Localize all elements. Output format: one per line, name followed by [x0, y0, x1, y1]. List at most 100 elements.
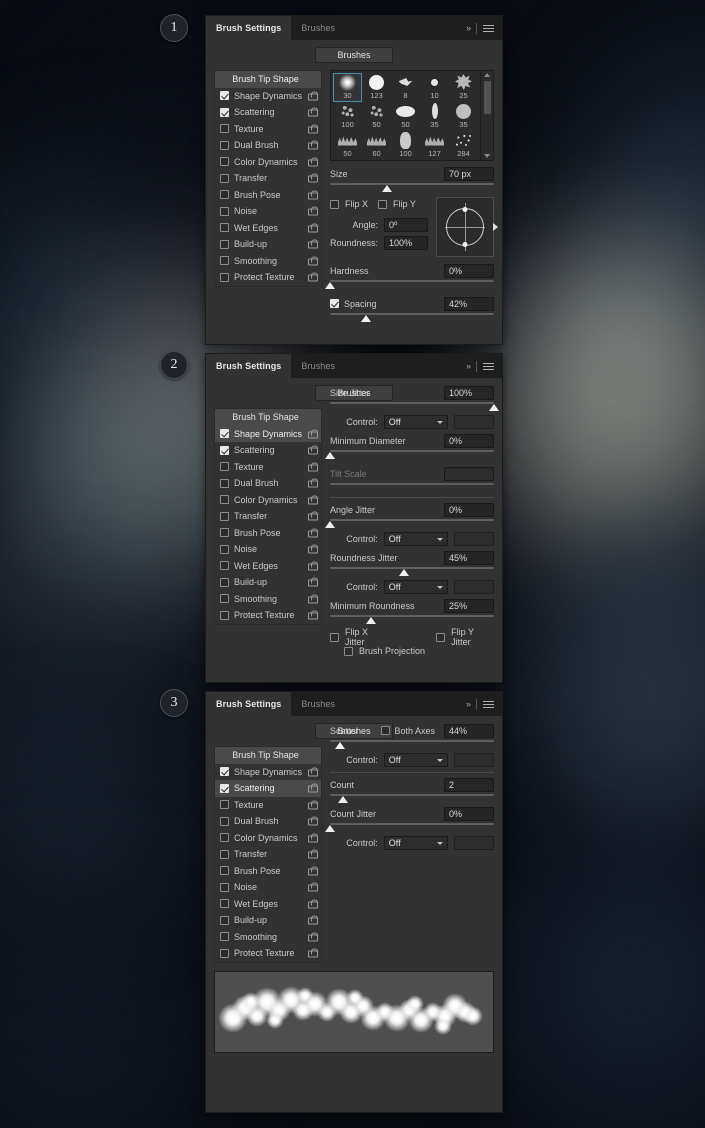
- option-checkbox[interactable]: [220, 577, 229, 587]
- option-build-up[interactable]: Build-up: [215, 574, 321, 591]
- brush-preset-grid[interactable]: 30 123 8 10 25 100 50 50 35 35 50 60 100 127 284: [330, 70, 494, 161]
- chevron-double-right-icon[interactable]: »: [466, 361, 471, 371]
- roundness-jitter-value[interactable]: 45%: [444, 550, 494, 565]
- option-brush-tip-shape[interactable]: Brush Tip Shape: [215, 409, 321, 426]
- flip-x-jitter-checkbox[interactable]: [330, 632, 339, 642]
- option-scattering[interactable]: Scattering: [215, 104, 321, 121]
- option-checkbox[interactable]: [220, 800, 229, 810]
- lock-icon[interactable]: [308, 91, 318, 101]
- brush-preset-cell[interactable]: 100: [333, 102, 362, 131]
- angle-jitter-value[interactable]: 0%: [444, 502, 494, 517]
- tab-brush-settings[interactable]: Brush Settings: [206, 354, 292, 378]
- tab-brush-settings[interactable]: Brush Settings: [206, 16, 292, 40]
- option-checkbox[interactable]: [220, 899, 229, 909]
- scatter-slider[interactable]: [330, 739, 494, 750]
- option-scattering[interactable]: Scattering: [215, 442, 321, 459]
- option-brush-tip-shape[interactable]: Brush Tip Shape: [215, 71, 321, 88]
- count-value[interactable]: 2: [444, 777, 494, 792]
- option-texture[interactable]: Texture: [215, 797, 321, 814]
- brush-preset-cell[interactable]: 123: [362, 73, 391, 102]
- scroll-up-icon[interactable]: [484, 73, 490, 77]
- brush-preset-cell[interactable]: 127: [420, 131, 449, 160]
- option-build-up[interactable]: Build-up: [215, 236, 321, 253]
- brush-preset-cell[interactable]: 10: [420, 73, 449, 102]
- spacing-slider[interactable]: [330, 312, 494, 323]
- brush-preset-cell[interactable]: 35: [449, 102, 478, 131]
- brush-preset-cell[interactable]: 50: [333, 131, 362, 160]
- option-checkbox[interactable]: [220, 91, 229, 101]
- option-checkbox[interactable]: [220, 866, 229, 876]
- option-color-dynamics[interactable]: Color Dynamics: [215, 830, 321, 847]
- spacing-value[interactable]: 42%: [444, 296, 494, 311]
- lock-icon[interactable]: [308, 561, 318, 571]
- option-checkbox[interactable]: [220, 173, 229, 183]
- option-checkbox[interactable]: [220, 610, 229, 620]
- option-transfer[interactable]: Transfer: [215, 170, 321, 187]
- option-smoothing[interactable]: Smoothing: [215, 253, 321, 270]
- brushes-button[interactable]: Brushes: [315, 47, 393, 63]
- size-slider[interactable]: [330, 182, 494, 193]
- option-build-up[interactable]: Build-up: [215, 912, 321, 929]
- option-texture[interactable]: Texture: [215, 459, 321, 476]
- option-checkbox[interactable]: [220, 915, 229, 925]
- roundness-handle-top[interactable]: [462, 207, 468, 212]
- lock-icon[interactable]: [308, 429, 318, 439]
- count-jitter-value[interactable]: 0%: [444, 806, 494, 821]
- option-shape-dynamics[interactable]: Shape Dynamics: [215, 425, 321, 442]
- roundness-jitter-slider[interactable]: [330, 566, 494, 577]
- option-brush-pose[interactable]: Brush Pose: [215, 187, 321, 204]
- brush-preset-cell[interactable]: 35: [420, 102, 449, 131]
- chevron-double-right-icon[interactable]: »: [466, 23, 471, 33]
- flip-x-checkbox[interactable]: [330, 199, 339, 209]
- flip-y-checkbox[interactable]: [378, 199, 388, 209]
- minimum-roundness-slider[interactable]: [330, 614, 494, 625]
- brush-preset-cell[interactable]: 25: [449, 73, 478, 102]
- option-smoothing[interactable]: Smoothing: [215, 929, 321, 946]
- count-jitter-slider[interactable]: [325, 822, 494, 833]
- option-checkbox[interactable]: [220, 478, 229, 488]
- lock-icon[interactable]: [308, 124, 318, 134]
- lock-icon[interactable]: [308, 528, 318, 538]
- flip-y-jitter-checkbox[interactable]: [436, 632, 446, 642]
- hamburger-menu-icon[interactable]: [483, 362, 494, 370]
- lock-icon[interactable]: [308, 767, 318, 777]
- roundness-value[interactable]: 100%: [384, 235, 429, 250]
- lock-icon[interactable]: [308, 462, 318, 472]
- minimum-diameter-value[interactable]: 0%: [444, 433, 494, 448]
- lock-icon[interactable]: [308, 157, 318, 167]
- option-checkbox[interactable]: [220, 833, 229, 843]
- option-checkbox[interactable]: [220, 107, 229, 117]
- angle-value[interactable]: 0º: [384, 217, 429, 232]
- option-brush-tip-shape[interactable]: Brush Tip Shape: [215, 747, 321, 764]
- option-checkbox[interactable]: [220, 429, 229, 439]
- option-checkbox[interactable]: [220, 206, 229, 216]
- hardness-value[interactable]: 0%: [444, 263, 494, 278]
- tab-brushes[interactable]: Brushes: [291, 354, 345, 378]
- lock-icon[interactable]: [308, 594, 318, 604]
- angle-handle-icon[interactable]: [493, 223, 498, 231]
- option-checkbox[interactable]: [220, 272, 229, 282]
- size-value[interactable]: 70 px: [444, 166, 494, 181]
- option-noise[interactable]: Noise: [215, 203, 321, 220]
- angle-roundness-control[interactable]: [436, 197, 498, 257]
- option-checkbox[interactable]: [220, 239, 229, 249]
- hardness-slider[interactable]: [325, 279, 494, 290]
- option-smoothing[interactable]: Smoothing: [215, 591, 321, 608]
- lock-icon[interactable]: [308, 816, 318, 826]
- option-protect-texture[interactable]: Protect Texture: [215, 945, 321, 962]
- option-dual-brush[interactable]: Dual Brush: [215, 137, 321, 154]
- hamburger-menu-icon[interactable]: [483, 700, 494, 708]
- brush-preset-cell[interactable]: 100: [391, 131, 420, 160]
- lock-icon[interactable]: [308, 495, 318, 505]
- option-checkbox[interactable]: [220, 561, 229, 571]
- lock-icon[interactable]: [308, 256, 318, 266]
- lock-icon[interactable]: [308, 577, 318, 587]
- lock-icon[interactable]: [308, 107, 318, 117]
- angle-jitter-control-select[interactable]: Off: [383, 532, 448, 546]
- minimum-roundness-value[interactable]: 25%: [444, 598, 494, 613]
- roundness-jitter-control-select[interactable]: Off: [383, 580, 448, 594]
- roundness-handle-bottom[interactable]: [462, 242, 468, 247]
- lock-icon[interactable]: [308, 511, 318, 521]
- option-protect-texture[interactable]: Protect Texture: [215, 607, 321, 624]
- lock-icon[interactable]: [308, 800, 318, 810]
